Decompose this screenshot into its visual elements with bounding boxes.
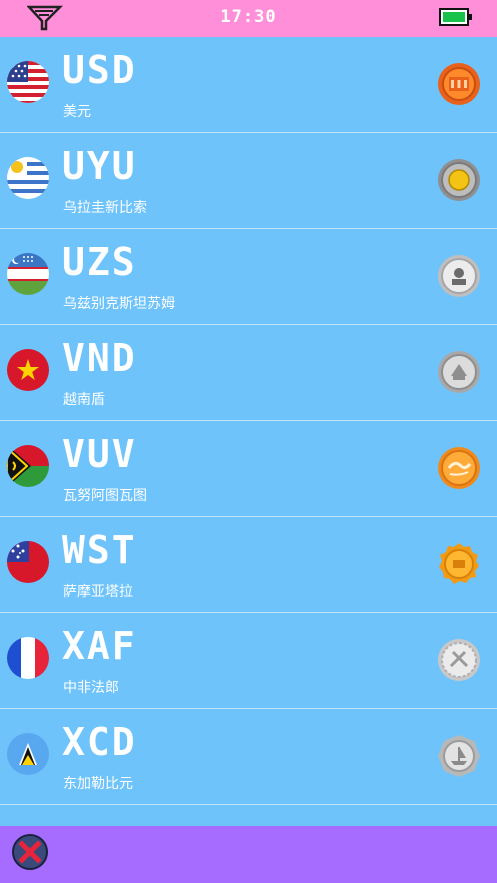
- currency-code: UZS: [62, 240, 137, 284]
- currency-name: 萨摩亚塔拉: [63, 584, 133, 600]
- status-bar: 17:30: [0, 0, 497, 37]
- currency-name: 中非法郎: [63, 680, 119, 696]
- us-flag-icon: [7, 61, 49, 103]
- currency-row-uzs[interactable]: UZS 乌兹别克斯坦苏姆: [0, 229, 497, 325]
- coin-icon: [437, 350, 481, 394]
- coin-icon: [437, 158, 481, 202]
- currency-row-wst[interactable]: WST 萨摩亚塔拉: [0, 517, 497, 613]
- coin-icon: [437, 446, 481, 490]
- vietnam-flag-icon: [7, 349, 49, 391]
- currency-code: VUV: [62, 432, 137, 476]
- currency-code: WST: [62, 528, 137, 572]
- currency-row-vnd[interactable]: VND 越南盾: [0, 325, 497, 421]
- vanuatu-flag-icon: [7, 445, 49, 487]
- currency-row-xcd[interactable]: XCD 东加勒比元: [0, 709, 497, 805]
- samoa-flag-icon: [7, 541, 49, 583]
- currency-row-usd[interactable]: USD 美元: [0, 37, 497, 133]
- close-button[interactable]: [11, 833, 49, 871]
- france-flag-icon: [7, 637, 49, 679]
- currency-code-partial: [62, 819, 87, 826]
- currency-name: 东加勒比元: [63, 776, 133, 792]
- battery-icon: [439, 8, 472, 26]
- currency-row-partial[interactable]: [0, 805, 497, 826]
- coin-icon: [437, 62, 481, 106]
- currency-code: VND: [62, 336, 137, 380]
- currency-name: 乌兹别克斯坦苏姆: [63, 296, 175, 312]
- currency-name: 乌拉圭新比索: [63, 200, 147, 216]
- status-time: 17:30: [220, 7, 277, 27]
- currency-code: UYU: [62, 144, 137, 188]
- currency-list[interactable]: USD 美元 UYU 乌拉圭新比索 UZS 乌兹别克斯坦苏姆 VND 越南盾 V…: [0, 37, 497, 826]
- bottom-bar: [0, 826, 497, 883]
- currency-row-vuv[interactable]: VUV 瓦努阿图瓦图: [0, 421, 497, 517]
- currency-name: 越南盾: [63, 392, 105, 408]
- uruguay-flag-icon: [7, 157, 49, 199]
- currency-code: XAF: [62, 624, 137, 668]
- currency-code: XCD: [62, 720, 137, 764]
- currency-row-uyu[interactable]: UYU 乌拉圭新比索: [0, 133, 497, 229]
- currency-code: USD: [62, 48, 137, 92]
- currency-name: 瓦努阿图瓦图: [63, 488, 147, 504]
- coin-icon: [437, 254, 481, 298]
- currency-name: 美元: [63, 104, 91, 120]
- currency-row-xaf[interactable]: XAF 中非法郎: [0, 613, 497, 709]
- coin-icon: [437, 542, 481, 586]
- uzbekistan-flag-icon: [7, 253, 49, 295]
- coin-icon: [437, 638, 481, 682]
- close-icon: [12, 834, 48, 870]
- coin-icon: [437, 734, 481, 778]
- saint-lucia-flag-icon: [7, 733, 49, 775]
